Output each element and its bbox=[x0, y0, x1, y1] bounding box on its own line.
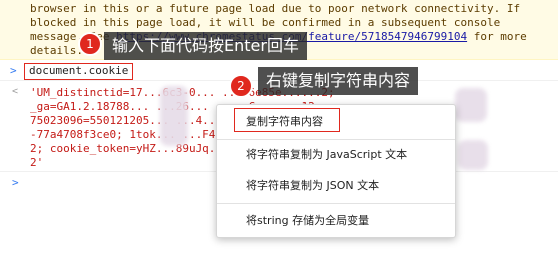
callout-step-2: 右键复制字符串内容 bbox=[258, 67, 419, 95]
command-highlight-box bbox=[24, 63, 133, 80]
menu-item-label: 将字符串复制为 JSON 文本 bbox=[246, 179, 380, 192]
menu-item-label: 将字符串复制为 JavaScript 文本 bbox=[246, 148, 408, 161]
blur-mask bbox=[160, 86, 188, 146]
menu-separator bbox=[217, 203, 455, 204]
warning-line-3-suffix: for more bbox=[467, 30, 527, 43]
blur-mask bbox=[455, 88, 487, 122]
step-badge-1: 1 bbox=[78, 32, 102, 56]
result-arrow-icon: < bbox=[12, 86, 19, 97]
step-badge-2: 2 bbox=[229, 74, 253, 98]
prompt-chevron-icon: > bbox=[10, 64, 17, 77]
callout-step-1: 输入下面代码按Enter回车 bbox=[104, 32, 307, 60]
warning-line-2: blocked in this page load, it will be co… bbox=[30, 16, 501, 29]
menu-item-store-global[interactable]: 将string 存储为全局变量 bbox=[217, 209, 455, 233]
menu-separator bbox=[217, 139, 455, 140]
warning-line-1: browser in this or a future page load du… bbox=[30, 2, 521, 15]
menu-item-copy-as-json[interactable]: 将字符串复制为 JSON 文本 bbox=[217, 174, 455, 198]
copy-highlight-box bbox=[234, 108, 340, 132]
blur-mask bbox=[458, 140, 488, 170]
next-prompt-chevron-icon[interactable]: > bbox=[12, 176, 19, 189]
result-line-6[interactable]: 2' bbox=[30, 156, 43, 169]
warning-line-4: details. bbox=[30, 44, 83, 57]
menu-item-label: 将string 存储为全局变量 bbox=[246, 214, 370, 227]
menu-item-copy-as-js[interactable]: 将字符串复制为 JavaScript 文本 bbox=[217, 143, 455, 167]
